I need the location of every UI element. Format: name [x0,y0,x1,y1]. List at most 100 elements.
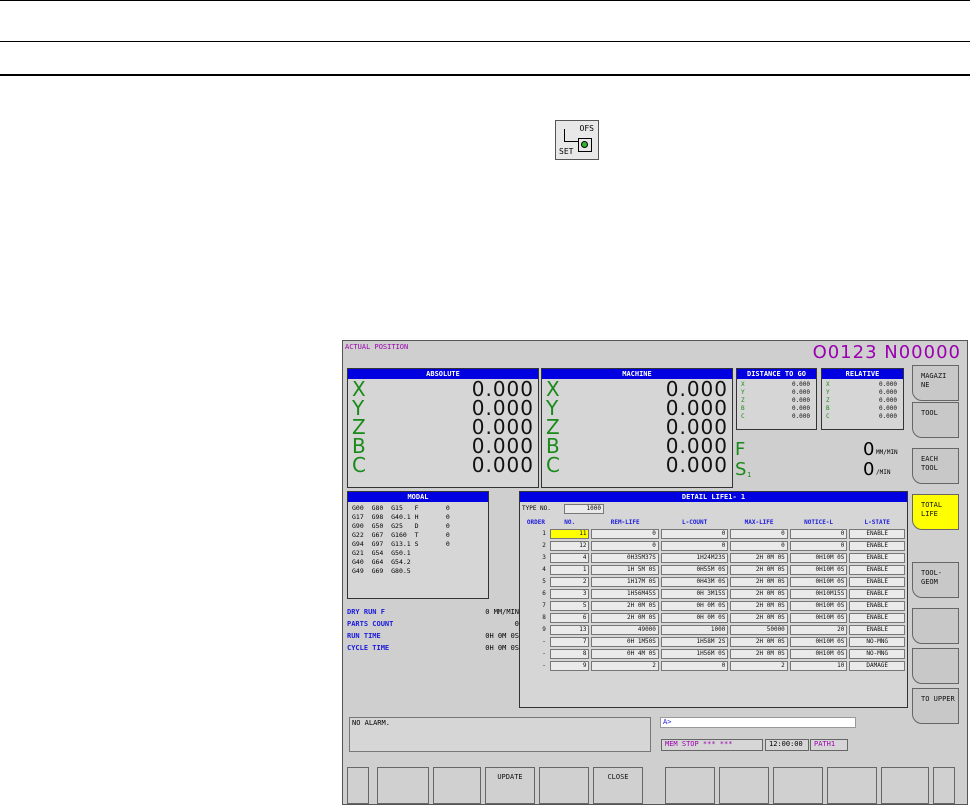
table-cell: NO-MNG [849,637,905,647]
table-cell: ENABLE [849,625,905,635]
axis-label: Y [826,389,830,396]
screen-title: ACTUAL POSITION [345,343,409,351]
table-cell: 20 [789,625,848,635]
table-cell: 0H10M 0S [789,649,848,659]
input-line[interactable]: A> [660,717,856,728]
softkey-8[interactable]: TO UPPER [912,688,959,724]
table-row[interactable]: 2 12 0 0 0 0 ENABLE [524,541,905,551]
axis-value: 0.000 [878,413,897,420]
distance-row: C 0.000 [737,413,816,421]
axis-value: 0.000 [878,381,897,388]
table-cell: 1000 [660,625,729,635]
modal-line: G00 G80 G15 F 0 [352,504,450,512]
table-cell: 1 [542,530,546,537]
table-cell: 6 [542,590,546,597]
table-cell: - [542,638,546,645]
modal-line: G49 G69 G80.5 [352,567,411,575]
modal-header: MODAL [348,492,488,502]
table-cell: 0 [789,541,848,551]
bottom-softkey-9[interactable] [773,767,823,804]
status-label: DRY RUN F [347,608,385,616]
table-row[interactable]: 7 5 2H 0M 0S 0H 0M 0S 2H 0M 0S 0H10M 0S ENABLE [524,601,905,611]
frame-glyph [564,129,579,142]
table-cell: ENABLE [849,577,905,587]
distance-to-go-panel: DISTANCE TO GO X 0.000 Y 0.000 Z 0.000 B 0.000 C… [736,368,817,430]
bottom-softkey-6[interactable]: CLOSE [593,767,643,804]
softkey-2[interactable]: TOOL [912,402,959,438]
bottom-softkey-11[interactable] [881,767,929,804]
softkey-6[interactable] [912,608,959,644]
table-cell: 3 [549,589,590,599]
table-cell: 0 [660,661,729,671]
modal-line: G21 G54 G50.1 [352,549,411,557]
table-cell: 1 [549,565,590,575]
table-cell: 2 [542,542,546,549]
column-header: NOTICE-L [804,519,834,526]
bottom-softkey-3[interactable] [433,767,481,804]
table-cell: 0 [730,541,788,551]
table-cell: 7 [549,637,590,647]
relative-row: Y 0.000 [822,389,903,397]
softkey-4[interactable]: TOTAL LIFE [912,494,959,530]
table-cell: 0 [789,529,848,539]
table-row[interactable]: 9 13 49000 1000 50000 20 ENABLE [524,625,905,635]
table-row[interactable]: -7 0H 1M50S 1H58M 2S 2H 0M 0S 0H10M 0S NO-MNG [524,637,905,647]
table-cell: 0H 1M50S [591,637,659,647]
bottom-softkey-10[interactable] [827,767,877,804]
softkey-1[interactable]: MAGAZI NE [912,365,959,401]
axis-label: C [352,453,366,477]
table-row[interactable]: 5 2 1H17M 0S 0H43M 0S 2H 0M 0S 0H10M 0S ENABLE [524,577,905,587]
clock-text: 12:00:00 [769,740,803,748]
relative-header: RELATIVE [822,369,903,379]
table-cell: 13 [549,625,590,635]
axis-label: C [546,453,560,477]
path-text: PATH1 [814,740,836,748]
spindle-sub: 1 [747,471,752,479]
status-line: DRY RUN F 0 MM/MIN [347,608,519,620]
bottom-softkey-8[interactable] [719,767,769,804]
type-no-input[interactable]: 1000 [564,504,604,514]
table-row[interactable]: 3 4 0H35M37S 1H24M23S 2H 0M 0S 0H10M 0S ENABLE [524,553,905,563]
header-rule-bottom [0,74,970,76]
table-cell: 50000 [730,625,788,635]
bottom-softkey-12[interactable] [933,767,955,804]
bottom-softkey-4[interactable]: UPDATE [485,767,535,804]
relative-panel: RELATIVE X 0.000 Y 0.000 Z 0.000 B 0.000 C 0.000 [821,368,904,430]
table-cell: 2 [549,577,590,587]
column-header: L-COUNT [681,519,708,526]
machine-row: C 0.000 [542,453,732,477]
table-cell: 9 [542,626,546,633]
bottom-softkey-7[interactable] [665,767,715,804]
table-row[interactable]: -9 2 0 2 10 DAMAGE [524,661,905,671]
bottom-softkey-2[interactable] [377,767,429,804]
table-cell: 5 [542,578,546,585]
absolute-row: C 0.000 [348,453,538,477]
offset-setting-key-icon: OFS SET [555,120,599,160]
table-cell: 9 [549,661,590,671]
table-row[interactable]: 8 6 2H 0M 0S 0H 0M 0S 2H 0M 0S 0H10M 0S ENABLE [524,613,905,623]
modal-line: G94 G97 G13.1 S 0 [352,540,450,548]
bottom-softkey-5[interactable] [539,767,589,804]
table-row[interactable]: -8 0H 4M 0S 1H56M 0S 2H 0M 0S 0H10M 0S NO-MNG [524,649,905,659]
axis-label: X [741,381,745,388]
status-value: 0H 0M 0S [485,632,519,640]
table-cell: 3 [542,554,546,561]
detail-life-panel: DETAIL LIFE1- 1 TYPE NO. 1000 ORDER NO. RE… [519,491,908,708]
axis-value: 0.000 [878,389,897,396]
table-row[interactable]: 1 11 0 0 0 0 ENABLE [524,529,905,539]
spindle-value: 0 [863,459,875,480]
axis-label: C [826,413,830,420]
axis-value: 0.000 [791,405,810,412]
table-cell: 1H58M 2S [660,637,729,647]
softkey-5[interactable]: TOOL- GEOM [912,562,959,598]
axis-label: Y [741,389,745,396]
relative-row: Z 0.000 [822,397,903,405]
status-label: CYCLE TIME [347,644,390,652]
table-row[interactable]: 6 3 1H56M45S 0H 3M15S 2H 0M 0S 0H10M15S ENABLE [524,589,905,599]
table-cell: 10 [789,661,848,671]
softkey-3[interactable]: EACH TOOL [912,448,959,484]
table-cell: 5 [549,601,590,611]
bottom-softkey-1[interactable] [347,767,369,804]
table-row[interactable]: 4 1 1H 5M 0S 0H55M 0S 2H 0M 0S 0H10M 0S ENABLE [524,565,905,575]
softkey-7[interactable] [912,648,959,684]
